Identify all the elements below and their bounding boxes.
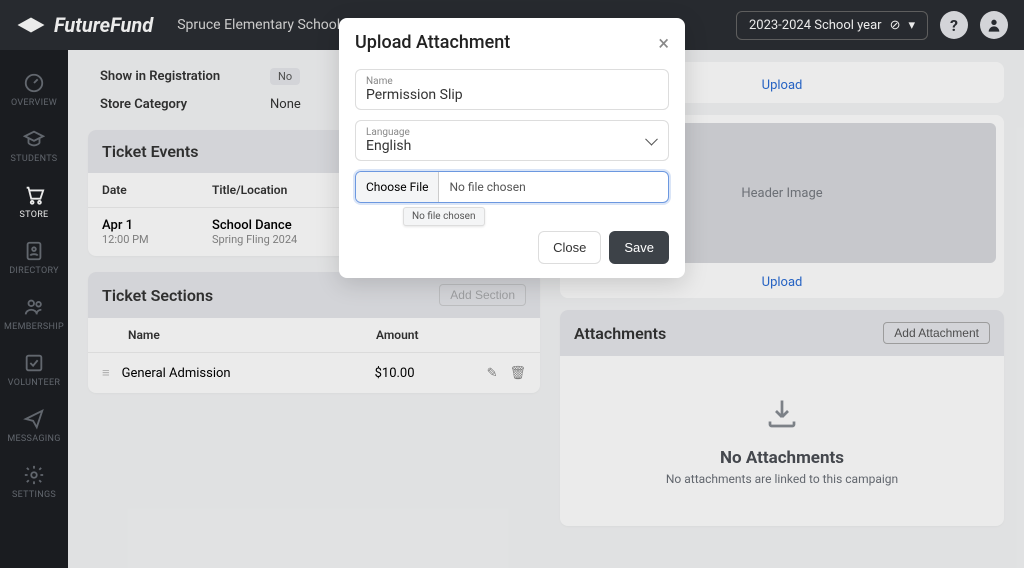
name-label: Name xyxy=(366,76,658,87)
modal-title: Upload Attachment xyxy=(355,32,510,53)
save-button[interactable]: Save xyxy=(609,231,669,264)
close-icon[interactable]: × xyxy=(658,33,669,53)
language-label: Language xyxy=(366,127,658,138)
file-input[interactable]: Choose File No file chosen xyxy=(355,171,669,203)
name-field[interactable]: Name Permission Slip xyxy=(355,69,669,110)
file-status: No file chosen xyxy=(439,172,668,202)
language-value: English xyxy=(366,138,658,154)
modal-overlay[interactable]: Upload Attachment × Name Permission Slip… xyxy=(0,0,1024,568)
file-tooltip: No file chosen xyxy=(403,207,485,226)
close-button[interactable]: Close xyxy=(538,231,601,264)
language-select[interactable]: Language English xyxy=(355,120,669,161)
name-value: Permission Slip xyxy=(366,87,658,103)
upload-attachment-modal: Upload Attachment × Name Permission Slip… xyxy=(339,18,685,278)
choose-file-button[interactable]: Choose File xyxy=(356,172,439,202)
